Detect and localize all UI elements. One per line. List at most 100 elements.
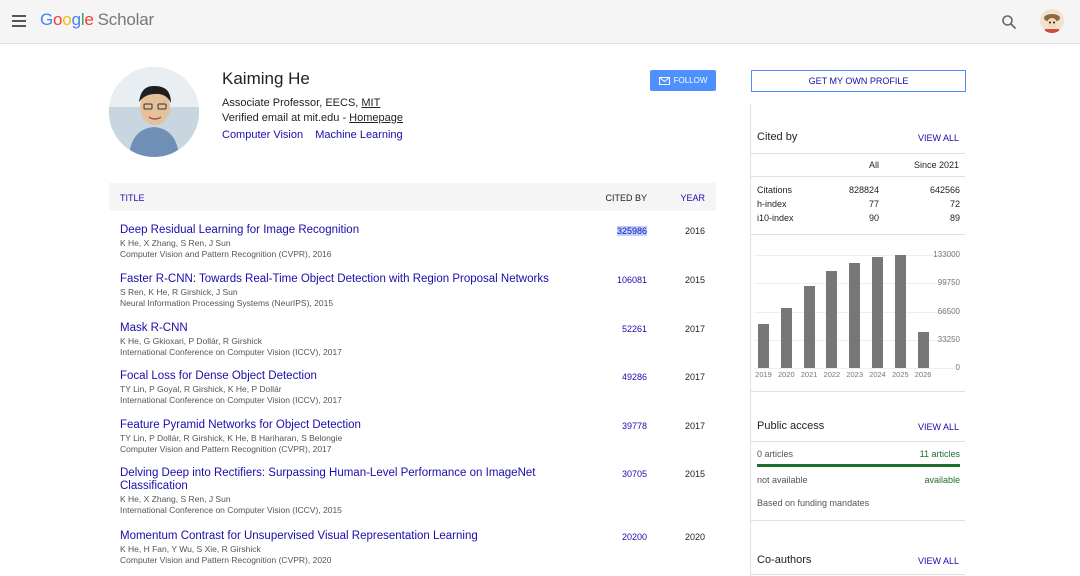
metric-since: 72 <box>949 199 960 209</box>
mail-icon <box>658 76 670 85</box>
affiliation-link[interactable]: MIT <box>361 97 380 109</box>
profile-photo <box>109 67 199 157</box>
available-count[interactable]: 11 articles <box>910 449 960 459</box>
paper-title-link[interactable]: Focal Loss for Dense Object Detection <box>120 370 550 383</box>
paper-year: 2015 <box>684 469 705 479</box>
coauthors-view-all[interactable]: VIEW ALL <box>918 556 959 566</box>
chart-bar-2024[interactable] <box>872 256 883 368</box>
y-tick-label: 66500 <box>937 306 960 316</box>
x-tick-label: 2019 <box>755 370 772 379</box>
cited-by-count[interactable]: 106081 <box>617 275 647 285</box>
cited-by-count[interactable]: 49286 <box>622 372 647 382</box>
divider <box>751 234 965 235</box>
paper-year: 2016 <box>684 226 705 236</box>
cited-by-header: CITED BY <box>605 193 647 203</box>
divider <box>751 441 965 442</box>
metric-label: h-index <box>757 199 787 209</box>
funding-note: Based on funding mandates <box>757 498 870 508</box>
paper-year: 2017 <box>684 372 705 382</box>
chart-bar-2022[interactable] <box>826 271 838 368</box>
paper-authors: TY Lin, P Goyal, R Girshick, K He, P Dol… <box>120 384 282 394</box>
paper-title-link[interactable]: Mask R-CNN <box>120 322 550 335</box>
table-header: TITLE CITED BY YEAR <box>109 183 716 211</box>
paper-authors: K He, G Gkioxari, P Dollár, R Girshick <box>120 336 263 346</box>
paper-title-link[interactable]: Momentum Contrast for Unsupervised Visua… <box>120 530 550 543</box>
chart-bar-2019[interactable] <box>758 323 769 368</box>
cited-by-view-all[interactable]: VIEW ALL <box>918 133 959 143</box>
interest-link[interactable]: Machine Learning <box>315 129 402 141</box>
chart-bar-2025[interactable] <box>894 255 906 368</box>
profile-email: Verified email at mit.edu - Homepage <box>222 112 403 124</box>
divider <box>751 176 965 177</box>
user-avatar[interactable] <box>1040 9 1064 33</box>
paper-year: 2015 <box>684 275 705 285</box>
metric-since: 89 <box>949 213 960 223</box>
paper-venue: Neural Information Processing Systems (N… <box>120 298 334 308</box>
divider <box>751 574 965 575</box>
paper-authors: K He, X Zhang, S Ren, J Sun <box>120 238 231 248</box>
interest-link[interactable]: Computer Vision <box>222 129 303 141</box>
divider <box>751 391 965 392</box>
profile-affiliation: Associate Professor, EECS, MIT <box>222 97 381 109</box>
cited-by-count[interactable]: 20200 <box>622 532 647 542</box>
paper-venue: International Conference on Computer Vis… <box>120 347 342 357</box>
x-tick-label: 2023 <box>846 370 864 379</box>
get-my-own-profile-button[interactable]: GET MY OWN PROFILE <box>751 70 966 92</box>
y-tick-label: 133000 <box>933 250 960 259</box>
x-tick-label: 2024 <box>869 370 886 379</box>
paper-venue: Computer Vision and Pattern Recognition … <box>120 555 332 565</box>
sort-by-title[interactable]: TITLE <box>120 193 145 203</box>
paper-year: 2020 <box>684 532 705 542</box>
public-access-view-all[interactable]: VIEW ALL <box>918 422 959 432</box>
paper-title-link[interactable]: Deep Residual Learning for Image Recogni… <box>120 224 550 237</box>
metric-all: 90 <box>868 213 879 223</box>
x-tick-label: 2021 <box>800 370 818 379</box>
paper-venue: International Conference on Computer Vis… <box>120 395 342 405</box>
col-all: All <box>869 160 880 170</box>
paper-venue: Computer Vision and Pattern Recognition … <box>120 444 332 454</box>
cited-by-title: Cited by <box>757 131 798 143</box>
paper-title-link[interactable]: Faster R-CNN: Towards Real-Time Object D… <box>120 273 580 286</box>
paper-venue: International Conference on Computer Vis… <box>120 505 342 515</box>
metric-since: 642566 <box>929 185 960 195</box>
chart-bar-2026[interactable] <box>917 332 929 368</box>
metric-label: i10-index <box>757 213 794 223</box>
paper-authors: K He, H Fan, Y Wu, S Xie, R Girshick <box>120 544 261 554</box>
cited-by-count[interactable]: 39778 <box>622 421 647 431</box>
homepage-link[interactable]: Homepage <box>349 112 403 124</box>
paper-venue: Computer Vision and Pattern Recognition … <box>120 249 332 259</box>
public-access-bar <box>757 464 960 467</box>
sidebar-divider <box>750 104 751 576</box>
available-label: available <box>924 475 960 485</box>
chart-bar-2020[interactable] <box>780 307 792 368</box>
profile-name: Kaiming He <box>222 69 310 88</box>
interests: Computer Vision Machine Learning <box>222 129 412 141</box>
paper-authors: K He, X Zhang, S Ren, J Sun <box>120 494 231 504</box>
menu-icon[interactable] <box>12 15 26 27</box>
not-available-label: not available <box>757 475 808 485</box>
cited-by-count[interactable]: 52261 <box>622 324 647 334</box>
coauthors-title: Co-authors <box>757 554 812 566</box>
metric-all: 828824 <box>848 185 879 195</box>
chart-bar-2021[interactable] <box>803 286 815 368</box>
search-icon[interactable] <box>1001 14 1017 30</box>
col-since: Since 2021 <box>914 160 960 170</box>
divider <box>751 520 965 521</box>
cited-by-count[interactable]: 325986 <box>616 226 647 236</box>
x-tick-label: 2020 <box>777 370 795 379</box>
paper-authors: TY Lin, P Dollár, R Girshick, K He, B Ha… <box>120 433 343 443</box>
chart-bar-2023[interactable] <box>849 262 861 368</box>
not-available-count[interactable]: 0 articles <box>757 449 793 459</box>
paper-authors: S Ren, K He, R Girshick, J Sun <box>120 287 238 297</box>
metric-label: Citations <box>757 185 793 195</box>
follow-button[interactable]: FOLLOW <box>650 70 716 91</box>
divider <box>751 153 965 154</box>
paper-title-link[interactable]: Delving Deep into Rectifiers: Surpassing… <box>120 467 540 493</box>
paper-year: 2017 <box>684 421 705 431</box>
paper-title-link[interactable]: Feature Pyramid Networks for Object Dete… <box>120 419 550 432</box>
x-tick-label: 2022 <box>823 370 841 379</box>
metric-all: 77 <box>868 199 879 209</box>
cited-by-count[interactable]: 30705 <box>622 469 647 479</box>
sort-by-year[interactable]: YEAR <box>680 193 705 203</box>
google-scholar-logo[interactable]: Google Scholar <box>40 10 154 30</box>
